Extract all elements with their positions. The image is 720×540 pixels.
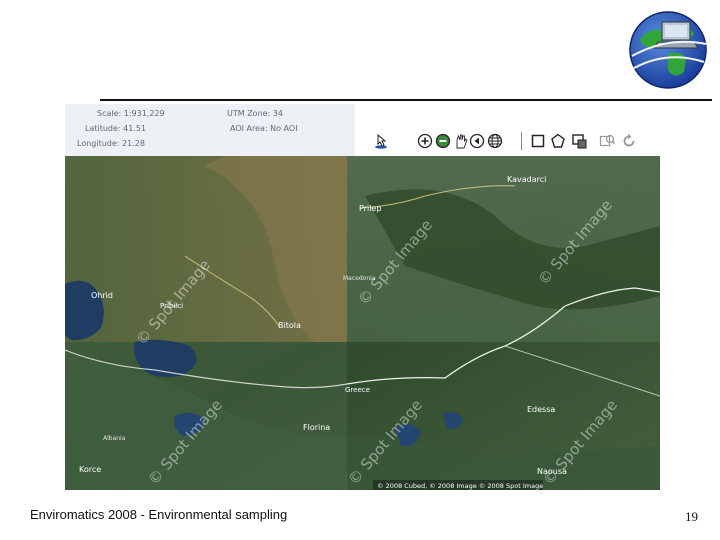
toolbar-separator	[521, 132, 522, 150]
copyright-text: © 2008 Cubed, © 2008 Image © 2008 Spot I…	[377, 482, 543, 490]
pan-icon[interactable]	[453, 133, 469, 149]
title-rule	[100, 99, 712, 101]
latitude-readout: Latitude: 41.51	[85, 124, 147, 133]
place-label: Ohrid	[91, 291, 113, 300]
place-label: Korce	[79, 465, 101, 474]
place-label: Kavadarci	[507, 175, 546, 184]
place-label: Edessa	[527, 405, 555, 414]
utm-zone-readout: UTM Zone: 34	[227, 109, 283, 118]
back-icon[interactable]	[469, 133, 485, 149]
aoi-area-readout: AOI Area: No AOI	[230, 124, 298, 133]
info-panel: Scale: 1:931,229 UTM Zone: 34 Latitude: …	[65, 104, 660, 156]
map-toolbar	[355, 129, 660, 153]
zoom-out-icon[interactable]	[435, 133, 451, 149]
polygon-select-icon[interactable]	[550, 133, 566, 149]
layer-icon[interactable]	[571, 133, 587, 149]
satellite-map[interactable]: Kavadarci Prilep Ohrid Pribilci Bitola F…	[65, 156, 660, 490]
page-number: 19	[685, 509, 698, 524]
place-label: Prilep	[359, 204, 381, 213]
country-label: Albania	[103, 435, 126, 442]
refresh-icon[interactable]	[621, 133, 637, 149]
pointer-icon[interactable]	[373, 133, 389, 149]
place-label: Bitola	[278, 321, 301, 330]
rectangle-select-icon[interactable]	[530, 133, 546, 149]
longitude-readout: Longitude: 21.28	[77, 139, 145, 148]
country-label: Greece	[345, 386, 370, 394]
slide-caption: Enviromatics 2008 - Environmental sampli…	[30, 507, 288, 522]
map-viewer: Scale: 1:931,229 UTM Zone: 34 Latitude: …	[65, 104, 660, 490]
globe-logo-icon	[629, 11, 707, 89]
place-label: Florina	[303, 423, 330, 432]
globe-icon[interactable]	[487, 133, 503, 149]
zoom-window-icon[interactable]	[599, 133, 615, 149]
scale-readout: Scale: 1:931,229	[97, 109, 165, 118]
zoom-in-icon[interactable]	[417, 133, 433, 149]
